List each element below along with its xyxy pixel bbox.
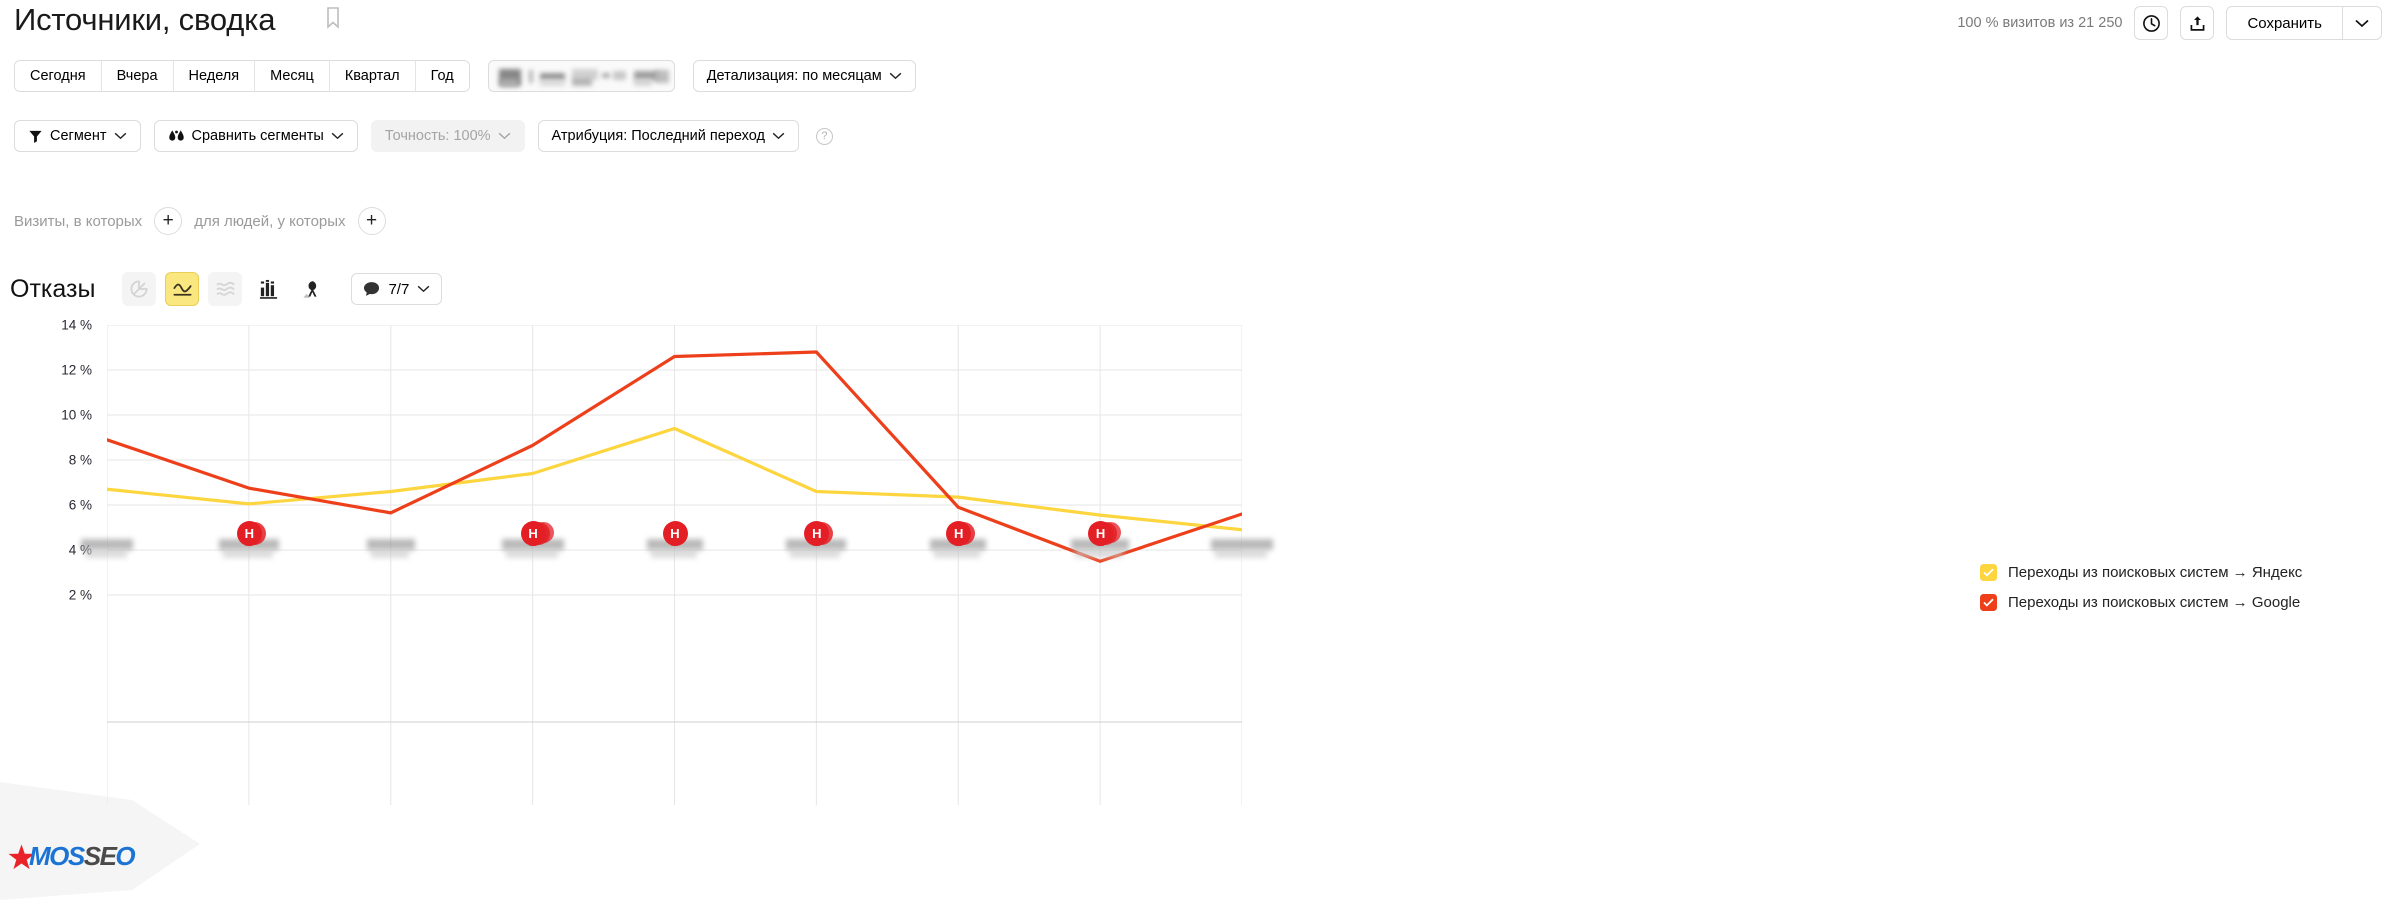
period-tab-today[interactable]: Сегодня [15, 61, 102, 91]
comments-count-label: 7/7 [388, 280, 410, 298]
line-chart-icon[interactable] [165, 272, 200, 306]
x-tick-label-masked [1075, 549, 1124, 558]
period-tab-year[interactable]: Год [415, 61, 469, 91]
attribution-dropdown[interactable]: Атрибуция: Последний переход [537, 120, 799, 152]
date-range-input[interactable] [487, 60, 675, 92]
watermark-text-part1: MOS [29, 841, 85, 871]
filter-row: Визиты, в которых + для людей, у которых… [14, 207, 386, 235]
pie-chart-icon[interactable] [122, 272, 157, 306]
chart-container: 14 % 12 % 10 % 8 % 6 % 4 % 2 % НННННН MO… [0, 318, 1960, 900]
legend-item-yandex[interactable]: Переходы из поисковых систем → Яндекс [1980, 564, 2302, 581]
x-tick-label-masked [505, 549, 558, 558]
bookmark-icon[interactable] [325, 6, 341, 30]
area-chart-icon[interactable] [208, 272, 243, 306]
question-mark-icon[interactable]: ? [815, 127, 833, 145]
comment-bubble-icon [364, 282, 380, 296]
x-tick-label-masked [934, 549, 981, 558]
chevron-down-icon [498, 132, 510, 140]
watermark-text-part2: SE [83, 841, 117, 871]
period-tab-week[interactable]: Неделя [173, 61, 256, 91]
y-tick-label: 2 % [68, 587, 92, 603]
accuracy-dropdown[interactable]: Точность: 100% [370, 120, 525, 152]
watermark-text-part3: O [115, 841, 135, 871]
x-tick-label-masked [222, 549, 273, 558]
x-tick-label-masked [370, 549, 409, 558]
segment-label: Сегмент [50, 128, 107, 144]
page-title: Источники, сводка [14, 2, 276, 37]
accuracy-label: Точность: 100% [384, 128, 491, 144]
compare-segments-label: Сравнить сегменты [191, 128, 324, 144]
legend-checkbox-yandex[interactable] [1980, 564, 1997, 581]
add-visits-filter-plus-icon[interactable]: + [154, 207, 183, 235]
legend-item-google[interactable]: Переходы из поисковых систем → Google [1980, 594, 2302, 611]
period-tab-quarter[interactable]: Квартал [329, 61, 416, 91]
y-tick-label: 8 % [68, 452, 92, 468]
x-tick-label-masked [650, 549, 697, 558]
legend-checkbox-google[interactable] [1980, 594, 1997, 611]
x-axis: НННННН [0, 325, 1960, 558]
annotation-badge[interactable]: Н [1088, 521, 1114, 546]
visits-filter-label: Визиты, в которых [14, 212, 143, 230]
attribution-label: Атрибуция: Последний переход [551, 128, 765, 144]
period-tab-yesterday[interactable]: Вчера [101, 61, 174, 91]
segment-toolbar: Сегмент Сравнить сегменты Точность: 100%… [14, 120, 833, 152]
mosseo-watermark-logo: MOS SE O [8, 841, 136, 872]
visits-summary: 100 % визитов из 21 250 [1957, 15, 2123, 31]
chevron-down-icon [417, 285, 430, 293]
bar-chart-icon[interactable] [251, 272, 285, 306]
period-tab-group: Сегодня Вчера Неделя Месяц Квартал Год [14, 60, 470, 92]
x-tick-label-masked [790, 549, 841, 558]
metrika-report-page: Источники, сводка 100 % визитов из 21 25… [0, 0, 2394, 900]
add-people-filter-plus-icon[interactable]: + [357, 207, 386, 235]
legend-label-google: Переходы из поисковых систем → Google [2008, 594, 2301, 611]
funnel-icon [29, 130, 42, 143]
droplets-icon [168, 129, 184, 141]
chevron-down-icon [331, 132, 344, 140]
x-tick-label-masked [1215, 549, 1267, 558]
period-tab-month[interactable]: Месяц [255, 61, 330, 91]
metric-title: Отказы [10, 274, 96, 303]
segment-dropdown[interactable]: Сегмент [14, 120, 141, 152]
annotation-badge[interactable]: Н [236, 521, 262, 546]
page-header: Источники, сводка 100 % визитов из 21 25… [0, 0, 2394, 54]
comments-dropdown[interactable]: 7/7 [351, 273, 443, 305]
annotation-badge[interactable]: Н [520, 521, 546, 546]
header-actions: 100 % визитов из 21 250 Сохранить [1957, 6, 2382, 40]
people-filter-label: для людей, у которых [194, 212, 346, 230]
compare-segments-dropdown[interactable]: Сравнить сегменты [153, 120, 358, 152]
save-dropdown-chevron-down-icon[interactable] [2342, 6, 2382, 40]
save-button-group: Сохранить [2226, 6, 2382, 40]
chart-legend: Переходы из поисковых систем → Яндекс Пе… [1980, 564, 2302, 611]
y-tick-label: 6 % [68, 497, 92, 513]
map-pin-icon[interactable] [294, 272, 328, 306]
share-upload-icon[interactable] [2180, 6, 2215, 40]
annotation-badge[interactable]: Н [662, 521, 688, 546]
chevron-down-icon [772, 132, 785, 140]
chevron-down-icon [114, 132, 126, 140]
detail-level-dropdown[interactable]: Детализация: по месяцам [692, 60, 916, 92]
legend-label-yandex: Переходы из поисковых систем → Яндекс [2008, 564, 2303, 581]
chart-toolbar: Отказы 7/7 [10, 272, 443, 306]
clock-icon[interactable] [2134, 6, 2169, 40]
save-button[interactable]: Сохранить [2226, 6, 2342, 40]
period-toolbar: Сегодня Вчера Неделя Месяц Квартал Год Д… [14, 60, 916, 92]
chevron-down-icon [889, 72, 901, 80]
x-tick-label-masked [85, 549, 127, 558]
detail-level-label: Детализация: по месяцам [706, 68, 882, 84]
